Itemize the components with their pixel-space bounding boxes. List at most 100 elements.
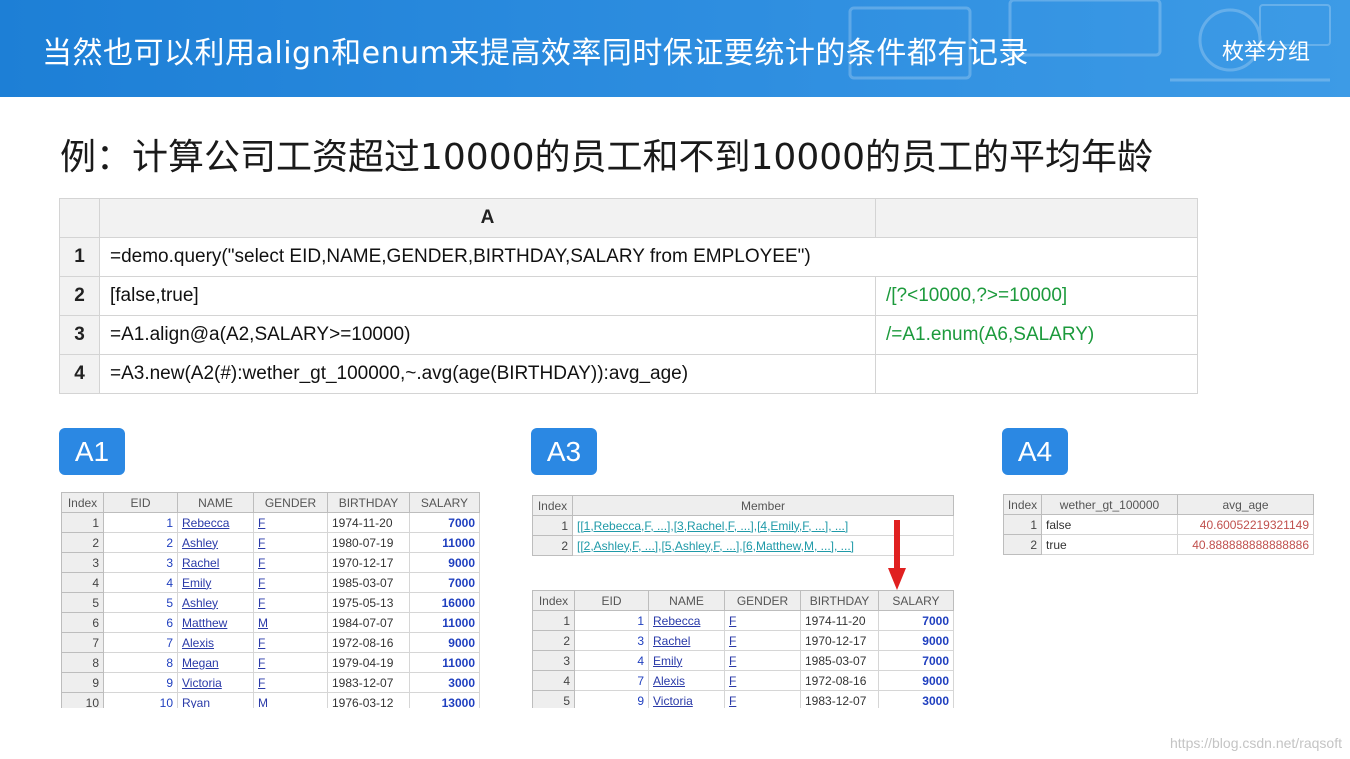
name-cell[interactable]: Ashley [177, 592, 254, 613]
table-row[interactable]: 5 9 Victoria F 1983-12-07 3000 [532, 690, 954, 708]
col-header[interactable]: EID [103, 492, 178, 513]
gender-cell[interactable]: F [253, 572, 328, 593]
name-cell[interactable]: Emily [177, 572, 254, 593]
flag-cell[interactable]: false [1041, 514, 1178, 535]
code-cell-a2[interactable]: [false,true] [99, 276, 876, 316]
column-header-b[interactable] [875, 198, 1198, 238]
code-cell-b4[interactable] [875, 354, 1198, 394]
gender-cell[interactable]: F [253, 652, 328, 673]
salary-cell[interactable]: 7000 [409, 512, 480, 533]
salary-cell[interactable]: 11000 [409, 612, 480, 633]
table-row[interactable]: 2 3 Rachel F 1970-12-17 9000 [532, 630, 954, 651]
table-row[interactable]: 1 1 Rebecca F 1974-11-20 7000 [61, 512, 480, 533]
gender-cell[interactable]: F [724, 630, 801, 651]
gender-cell[interactable]: M [253, 692, 328, 708]
birthday-cell[interactable]: 1972-08-16 [327, 632, 410, 653]
avg-age-cell[interactable]: 40.888888888888886 [1177, 534, 1314, 555]
birthday-cell[interactable]: 1970-12-17 [327, 552, 410, 573]
table-row[interactable]: 1 1 Rebecca F 1974-11-20 7000 [532, 610, 954, 631]
comment-cell-b3[interactable]: /=A1.enum(A6,SALARY) [875, 315, 1198, 355]
name-cell[interactable]: Rebecca [648, 610, 725, 631]
row-number[interactable]: 3 [59, 315, 100, 355]
avg-age-cell[interactable]: 40.60052219321149 [1177, 514, 1314, 535]
col-header[interactable]: avg_age [1177, 494, 1314, 515]
table-row[interactable]: 4 7 Alexis F 1972-08-16 9000 [532, 670, 954, 691]
col-header[interactable]: SALARY [409, 492, 480, 513]
salary-cell[interactable]: 3000 [878, 690, 954, 708]
col-header[interactable]: wether_gt_100000 [1041, 494, 1178, 515]
name-cell[interactable]: Emily [648, 650, 725, 671]
table-row[interactable]: 9 9 Victoria F 1983-12-07 3000 [61, 672, 480, 693]
table-row[interactable]: 3 3 Rachel F 1970-12-17 9000 [61, 552, 480, 573]
eid-cell[interactable]: 4 [103, 572, 178, 593]
gender-cell[interactable]: F [724, 690, 801, 708]
col-header[interactable]: BIRTHDAY [800, 590, 879, 611]
gender-cell[interactable]: F [253, 632, 328, 653]
col-header[interactable]: Index [61, 492, 104, 513]
birthday-cell[interactable]: 1980-07-19 [327, 532, 410, 553]
eid-cell[interactable]: 7 [103, 632, 178, 653]
name-cell[interactable]: Victoria [177, 672, 254, 693]
birthday-cell[interactable]: 1984-07-07 [327, 612, 410, 633]
eid-cell[interactable]: 7 [574, 670, 649, 691]
eid-cell[interactable]: 9 [103, 672, 178, 693]
salary-cell[interactable]: 9000 [409, 552, 480, 573]
gender-cell[interactable]: F [253, 672, 328, 693]
eid-cell[interactable]: 6 [103, 612, 178, 633]
eid-cell[interactable]: 4 [574, 650, 649, 671]
table-row[interactable]: 5 5 Ashley F 1975-05-13 16000 [61, 592, 480, 613]
salary-cell[interactable]: 7000 [878, 650, 954, 671]
table-row[interactable]: 8 8 Megan F 1979-04-19 11000 [61, 652, 480, 673]
salary-cell[interactable]: 9000 [878, 670, 954, 691]
name-cell[interactable]: Rachel [177, 552, 254, 573]
table-row[interactable]: 10 10 Ryan M 1976-03-12 13000 [61, 692, 480, 708]
eid-cell[interactable]: 2 [103, 532, 178, 553]
gender-cell[interactable]: M [253, 612, 328, 633]
gender-cell[interactable]: F [724, 650, 801, 671]
eid-cell[interactable]: 1 [103, 512, 178, 533]
table-row[interactable]: 3 4 Emily F 1985-03-07 7000 [532, 650, 954, 671]
a3-detail-viewport[interactable]: Index EID NAME GENDER BIRTHDAY SALARY 11… [532, 590, 955, 708]
name-cell[interactable]: Victoria [648, 690, 725, 708]
salary-cell[interactable]: 16000 [409, 592, 480, 613]
birthday-cell[interactable]: 1976-03-12 [327, 692, 410, 708]
birthday-cell[interactable]: 1972-08-16 [800, 670, 879, 691]
birthday-cell[interactable]: 1970-12-17 [800, 630, 879, 651]
row-number[interactable]: 2 [59, 276, 100, 316]
col-header[interactable]: Index [532, 590, 575, 611]
name-cell[interactable]: Alexis [648, 670, 725, 691]
col-header[interactable]: Index [1003, 494, 1042, 515]
code-cell-a4[interactable]: =A3.new(A2(#):wether_gt_100000,~.avg(age… [99, 354, 876, 394]
gender-cell[interactable]: F [724, 670, 801, 691]
eid-cell[interactable]: 10 [103, 692, 178, 708]
name-cell[interactable]: Rebecca [177, 512, 254, 533]
salary-cell[interactable]: 11000 [409, 532, 480, 553]
gender-cell[interactable]: F [724, 610, 801, 631]
col-header[interactable]: Index [532, 495, 573, 516]
code-cell-a1[interactable]: =demo.query("select EID,NAME,GENDER,BIRT… [99, 237, 1198, 277]
gender-cell[interactable]: F [253, 592, 328, 613]
eid-cell[interactable]: 9 [574, 690, 649, 708]
birthday-cell[interactable]: 1974-11-20 [800, 610, 879, 631]
flag-cell[interactable]: true [1041, 534, 1178, 555]
name-cell[interactable]: Ryan [177, 692, 254, 708]
salary-cell[interactable]: 9000 [409, 632, 480, 653]
table-row[interactable]: 7 7 Alexis F 1972-08-16 9000 [61, 632, 480, 653]
birthday-cell[interactable]: 1985-03-07 [800, 650, 879, 671]
eid-cell[interactable]: 3 [574, 630, 649, 651]
col-header[interactable]: NAME [648, 590, 725, 611]
gender-cell[interactable]: F [253, 532, 328, 553]
birthday-cell[interactable]: 1979-04-19 [327, 652, 410, 673]
name-cell[interactable]: Megan [177, 652, 254, 673]
table-row[interactable]: 2 2 Ashley F 1980-07-19 11000 [61, 532, 480, 553]
comment-cell-b2[interactable]: /[?<10000,?>=10000] [875, 276, 1198, 316]
row-number[interactable]: 4 [59, 354, 100, 394]
table-row[interactable]: 6 6 Matthew M 1984-07-07 11000 [61, 612, 480, 633]
birthday-cell[interactable]: 1983-12-07 [327, 672, 410, 693]
column-header-a[interactable]: A [99, 198, 876, 238]
eid-cell[interactable]: 3 [103, 552, 178, 573]
gender-cell[interactable]: F [253, 512, 328, 533]
birthday-cell[interactable]: 1975-05-13 [327, 592, 410, 613]
col-header[interactable]: NAME [177, 492, 254, 513]
code-cell-a3[interactable]: =A1.align@a(A2,SALARY>=10000) [99, 315, 876, 355]
